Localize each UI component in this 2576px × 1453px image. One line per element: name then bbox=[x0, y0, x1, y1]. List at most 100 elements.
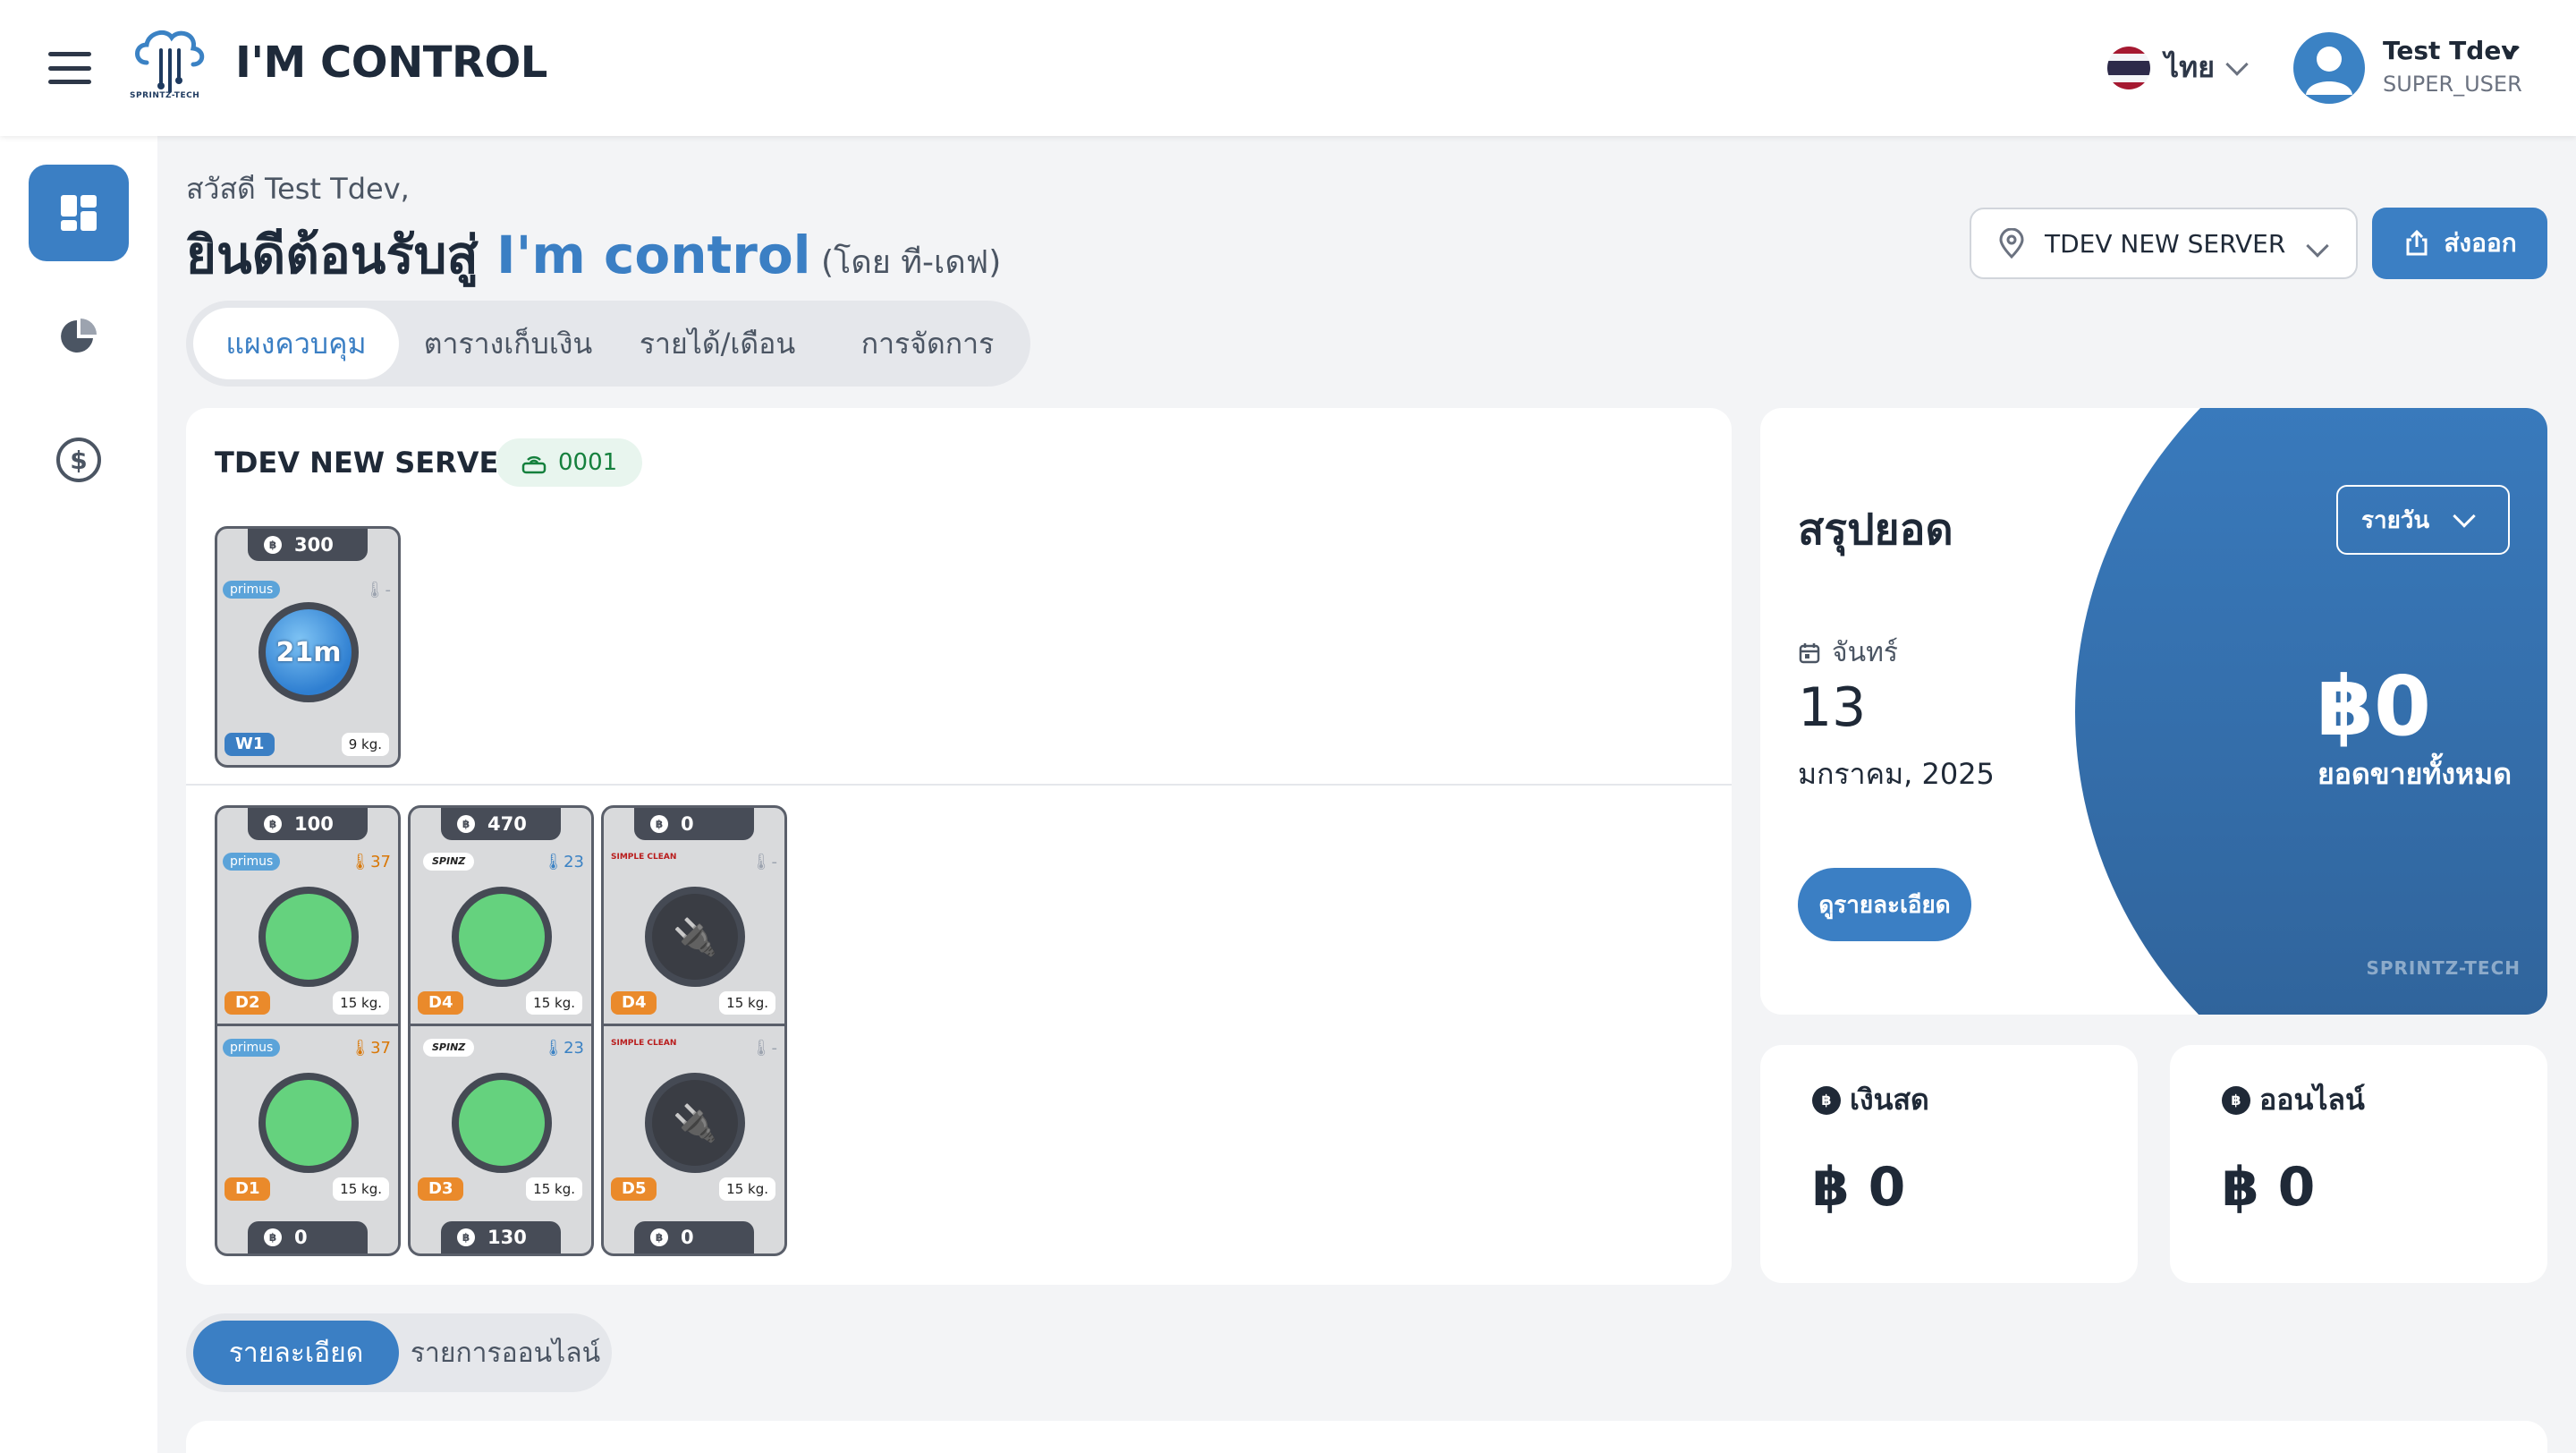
online-amount: ฿ 0 bbox=[2222, 1156, 2316, 1219]
thermometer-icon: 🌡37 bbox=[350, 853, 391, 871]
machine-price-value: 100 bbox=[294, 813, 334, 835]
tab-management[interactable]: การจัดการ bbox=[825, 308, 1030, 379]
greeting-text: สวัสดี Test Tdev, bbox=[186, 172, 410, 206]
export-label: ส่งออก bbox=[2444, 228, 2517, 258]
chevron-down-icon bbox=[2453, 505, 2476, 528]
thermometer-icon: 🌡23 bbox=[543, 853, 584, 871]
tab-online-transactions[interactable]: รายการออนไลน์ bbox=[404, 1321, 606, 1385]
thai-flag-icon bbox=[2107, 46, 2150, 89]
temp-value: - bbox=[771, 853, 778, 871]
cash-label: เงินสด bbox=[1850, 1083, 1929, 1117]
brand-tag: SIMPLE CLEAN bbox=[611, 1039, 677, 1048]
machine-price-value: 130 bbox=[487, 1227, 527, 1248]
hamburger-menu-icon[interactable] bbox=[48, 52, 91, 84]
tab-collection-table[interactable]: ตารางเก็บเงิน bbox=[406, 308, 610, 379]
brand-tag: primus bbox=[223, 581, 281, 599]
machine-label: D2 bbox=[225, 991, 271, 1015]
machine-price-value: 470 bbox=[487, 813, 527, 835]
thermometer-icon: 🌡- bbox=[750, 853, 778, 871]
dryer-unit-d5-offline[interactable]: SIMPLE CLEAN 🌡- 🔌 D5 15 kg. bbox=[604, 1026, 784, 1210]
sidebar-item-finance[interactable]: $ bbox=[29, 412, 129, 508]
coin-icon: ฿ bbox=[650, 1228, 668, 1246]
machine-capacity: 15 kg. bbox=[719, 1177, 775, 1201]
welcome-suffix: (โดย ที-เดฟ) bbox=[810, 244, 1002, 281]
machine-price-bottom: ฿ 0 bbox=[248, 1221, 368, 1253]
logo-text: SPRINTZ-TECH bbox=[130, 91, 200, 100]
router-icon bbox=[521, 455, 547, 474]
summary-card: สรุปยอด จันทร์ 13 มกราคม, 2025 ดูรายละเอ… bbox=[1760, 408, 2547, 1015]
tab-monthly-income[interactable]: รายได้/เดือน bbox=[614, 308, 821, 379]
dryer-stack-2[interactable]: ฿ 470 SPINZ 🌡23 D4 15 kg. SPINZ 🌡23 D3 15… bbox=[408, 805, 594, 1256]
cash-amount: ฿ 0 bbox=[1812, 1156, 1906, 1219]
user-role: SUPER_USER bbox=[2383, 72, 2522, 97]
machine-price-value: 0 bbox=[681, 813, 694, 835]
machine-price: ฿ 0 bbox=[634, 808, 754, 840]
export-button[interactable]: ส่งออก bbox=[2372, 208, 2547, 279]
plug-icon: 🔌 bbox=[673, 916, 717, 958]
brand-tag: SPINZ bbox=[423, 853, 475, 871]
dryer-stack-3[interactable]: ฿ 0 SIMPLE CLEAN 🌡- 🔌 D4 15 kg. SIMPLE CL… bbox=[601, 805, 787, 1256]
baht-coin-icon: ฿ bbox=[1812, 1085, 1841, 1115]
machine-capacity: 15 kg. bbox=[333, 991, 389, 1015]
online-card: ฿ ออนไลน์ ฿ 0 bbox=[2170, 1045, 2547, 1283]
brand-tag: SPINZ bbox=[423, 1039, 475, 1057]
machine-capacity: 15 kg. bbox=[719, 991, 775, 1015]
brand-watermark: SPRINTZ-TECH bbox=[2366, 957, 2521, 979]
washer-machine-w1[interactable]: ฿ 300 primus 🌡- 21m W1 9 kg. bbox=[215, 526, 401, 768]
machine-price: ฿ 100 bbox=[248, 808, 368, 840]
coin-icon: ฿ bbox=[264, 1228, 282, 1246]
dryer-drum-available bbox=[258, 887, 359, 987]
server-select-value: TDEV NEW SERVER bbox=[2045, 228, 2286, 259]
server-badge: 0001 bbox=[496, 438, 643, 487]
coin-icon: ฿ bbox=[264, 815, 282, 833]
dryer-unit-d4-offline[interactable]: SIMPLE CLEAN 🌡- 🔌 D4 15 kg. bbox=[604, 840, 784, 1024]
dryer-unit-d1[interactable]: primus 🌡37 D1 15 kg. bbox=[217, 1026, 398, 1210]
dryer-stack-1[interactable]: ฿ 100 primus 🌡37 D2 15 kg. primus 🌡37 D1 … bbox=[215, 805, 401, 1256]
coin-icon: ฿ bbox=[264, 536, 282, 554]
online-label: ออนไลน์ bbox=[2259, 1083, 2365, 1117]
total-sales-label: ยอดขายทั้งหมด bbox=[2317, 757, 2512, 791]
thermometer-icon: 🌡37 bbox=[350, 1039, 391, 1058]
coin-icon: ฿ bbox=[457, 815, 475, 833]
machine-price-value: 300 bbox=[294, 534, 334, 556]
machine-label: D5 bbox=[611, 1177, 657, 1201]
brand-tag: SIMPLE CLEAN bbox=[611, 853, 677, 862]
total-sales-amount: ฿0 bbox=[2316, 659, 2431, 754]
summary-day: จันทร์ bbox=[1798, 632, 1898, 674]
language-selector[interactable]: ไทย bbox=[2107, 45, 2249, 90]
server-select[interactable]: TDEV NEW SERVER bbox=[1970, 208, 2358, 279]
dryer-unit-d2[interactable]: primus 🌡37 D2 15 kg. bbox=[217, 840, 398, 1024]
dryer-unit-d3[interactable]: SPINZ 🌡23 D3 15 kg. bbox=[411, 1026, 591, 1210]
thermometer-icon: 🌡23 bbox=[543, 1039, 584, 1058]
tab-details[interactable]: รายละเอียด bbox=[193, 1321, 399, 1385]
coin-icon: ฿ bbox=[650, 815, 668, 833]
washer-unit[interactable]: primus 🌡- 21m W1 9 kg. bbox=[217, 568, 398, 765]
dryer-unit-d4[interactable]: SPINZ 🌡23 D4 15 kg. bbox=[411, 840, 591, 1024]
cash-title: ฿ เงินสด bbox=[1812, 1077, 1929, 1123]
temp-value: - bbox=[385, 581, 392, 599]
chevron-down-icon bbox=[2225, 52, 2249, 76]
view-details-button[interactable]: ดูรายละเอียด bbox=[1798, 868, 1971, 941]
pie-chart-icon bbox=[61, 319, 97, 353]
brand-tag: primus bbox=[223, 1039, 281, 1057]
sidebar-item-dashboard[interactable] bbox=[29, 165, 129, 261]
cash-card: ฿ เงินสด ฿ 0 bbox=[1760, 1045, 2138, 1283]
tab-dashboard[interactable]: แผงควบคุม bbox=[193, 308, 399, 379]
machine-price: ฿ 470 bbox=[441, 808, 561, 840]
period-value: รายวัน bbox=[2361, 506, 2430, 534]
server-name: TDEV NEW SERVER bbox=[215, 446, 521, 480]
machine-capacity: 15 kg. bbox=[333, 1177, 389, 1201]
period-select[interactable]: รายวัน bbox=[2336, 485, 2510, 555]
thermometer-icon: 🌡- bbox=[750, 1039, 777, 1058]
sidebar: $ bbox=[0, 136, 157, 1453]
user-avatar-icon[interactable] bbox=[2293, 32, 2365, 104]
section-divider bbox=[186, 784, 1732, 786]
sidebar-item-reports[interactable] bbox=[29, 288, 129, 385]
remaining-time: 21m bbox=[275, 636, 342, 668]
machine-label: D4 bbox=[418, 991, 464, 1015]
user-name[interactable]: Test Tdev bbox=[2383, 36, 2518, 65]
server-badge-id: 0001 bbox=[558, 449, 618, 476]
machine-label: D3 bbox=[418, 1177, 464, 1201]
temp-value: 23 bbox=[564, 1039, 584, 1058]
plug-icon: 🔌 bbox=[673, 1102, 717, 1144]
